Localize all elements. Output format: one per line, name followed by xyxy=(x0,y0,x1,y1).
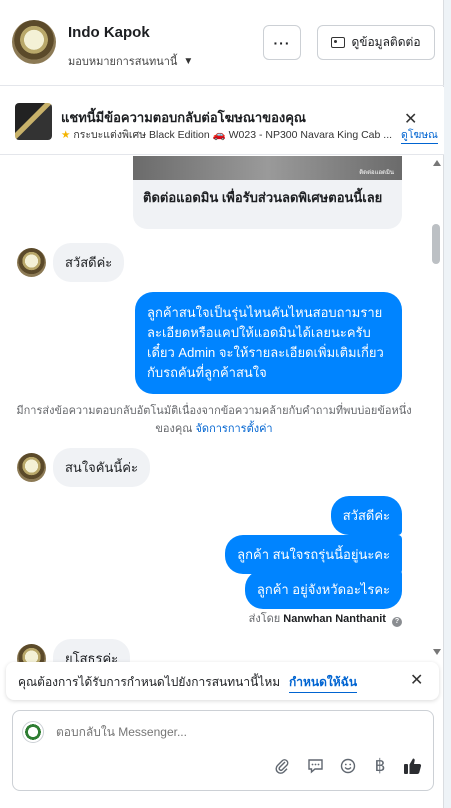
caret-down-icon: ▼ xyxy=(183,55,194,67)
message-icon[interactable] xyxy=(304,755,326,777)
outgoing-message: ลูกค้า สนใจรถรุ่นนี้อยู่นะคะ xyxy=(225,535,402,574)
sent-by-label: ส่งโดย Nanwhan Nanthanit ? xyxy=(249,609,402,627)
ad-card-text: ติดต่อแอดมิน เพื่อรับส่วนลดพิเศษตอนนี้เล… xyxy=(143,190,383,205)
page-avatar[interactable] xyxy=(12,20,56,64)
thumbs-up-icon[interactable] xyxy=(401,755,423,777)
close-icon[interactable]: ✕ xyxy=(410,670,423,690)
ad-card-message[interactable]: ติดต่อแอดมิน ติดต่อแอดมิน เพื่อรับส่วนลด… xyxy=(133,156,402,229)
view-contact-button[interactable]: ดูข้อมูลติดต่อ xyxy=(317,25,435,60)
assign-to-me-link[interactable]: กำหนดให้ฉัน xyxy=(289,673,358,693)
sent-by-name: Nanwhan Nanthanit xyxy=(283,613,386,625)
incoming-message: ยโสธรค่ะ xyxy=(53,639,131,662)
baht-icon[interactable]: ฿ xyxy=(369,755,391,777)
conversation-panel: Indo Kapok มอบหมายการสนทนานี้ ▼ ··· ดูข้… xyxy=(0,0,444,808)
star-icon: ★ xyxy=(61,129,71,141)
manage-settings-link[interactable]: จัดการการตั้งค่า xyxy=(195,423,272,435)
outgoing-message: ลูกค้าสนใจเป็นรุ่นไหนคันไหนสอบถามรายละเอ… xyxy=(135,292,402,394)
contact-card-icon xyxy=(331,37,346,48)
paperclip-icon[interactable] xyxy=(271,755,293,777)
emoji-icon[interactable] xyxy=(337,755,359,777)
assignment-prompt: คุณต้องการได้รับการกำหนดไปยังการสนทนานี้… xyxy=(6,662,439,700)
incoming-message: สนใจคันนี้ค่ะ xyxy=(53,448,150,487)
scrollbar-thumb[interactable] xyxy=(432,224,440,264)
outgoing-message: ลูกค้า อยู่จังหวัดอะไรคะ xyxy=(244,570,402,609)
ad-card-image: ติดต่อแอดมิน xyxy=(133,156,402,180)
assignment-prompt-text: คุณต้องการได้รับการกำหนดไปยังการสนทนานี้… xyxy=(18,675,281,689)
assign-dropdown[interactable]: มอบหมายการสนทนานี้ ▼ xyxy=(68,52,193,70)
info-icon[interactable]: ? xyxy=(392,617,402,627)
customer-avatar xyxy=(17,453,46,482)
reply-input[interactable] xyxy=(56,725,416,739)
incoming-message: สวัสดีค่ะ xyxy=(53,243,125,282)
customer-avatar xyxy=(17,248,46,277)
ad-banner-title: แชทนี้มีข้อความตอบกลับต่อโฆษณาของคุณ xyxy=(61,110,306,125)
page-name[interactable]: Indo Kapok xyxy=(68,24,150,41)
page-logo-avatar xyxy=(22,721,44,743)
ad-thumbnail[interactable] xyxy=(15,103,52,140)
ad-reply-banner: แชทนี้มีข้อความตอบกลับต่อโฆษณาของคุณ ★ ก… xyxy=(0,87,444,155)
message-list: ติดต่อแอดมิน ติดต่อแอดมิน เพื่อรับส่วนลด… xyxy=(0,156,430,662)
view-contact-label: ดูข้อมูลติดต่อ xyxy=(351,35,421,49)
scroll-down-arrow-icon[interactable] xyxy=(433,649,441,655)
message-composer: ฿ xyxy=(12,710,434,791)
outgoing-message: สวัสดีค่ะ xyxy=(330,496,402,535)
ad-banner-subtitle: ★ กระบะแต่งพิเศษ Black Edition 🚗 W023 - … xyxy=(61,126,401,143)
auto-reply-notice: มีการส่งข้อความตอบกลับอัตโนมัติเนื่องจาก… xyxy=(14,402,414,438)
assign-label: มอบหมายการสนทนานี้ xyxy=(68,56,178,68)
ad-subtitle-text: กระบะแต่งพิเศษ Black Edition 🚗 W023 - NP… xyxy=(73,129,393,141)
sent-by-prefix: ส่งโดย xyxy=(248,613,281,625)
more-options-button[interactable]: ··· xyxy=(263,25,301,60)
scroll-up-arrow-icon[interactable] xyxy=(433,160,441,166)
view-ad-link[interactable]: ดูโฆษณ xyxy=(401,126,438,144)
customer-avatar xyxy=(17,644,46,662)
ad-card-image-label: ติดต่อแอดมิน xyxy=(359,170,394,176)
conversation-header: Indo Kapok มอบหมายการสนทนานี้ ▼ ··· ดูข้… xyxy=(0,0,444,86)
